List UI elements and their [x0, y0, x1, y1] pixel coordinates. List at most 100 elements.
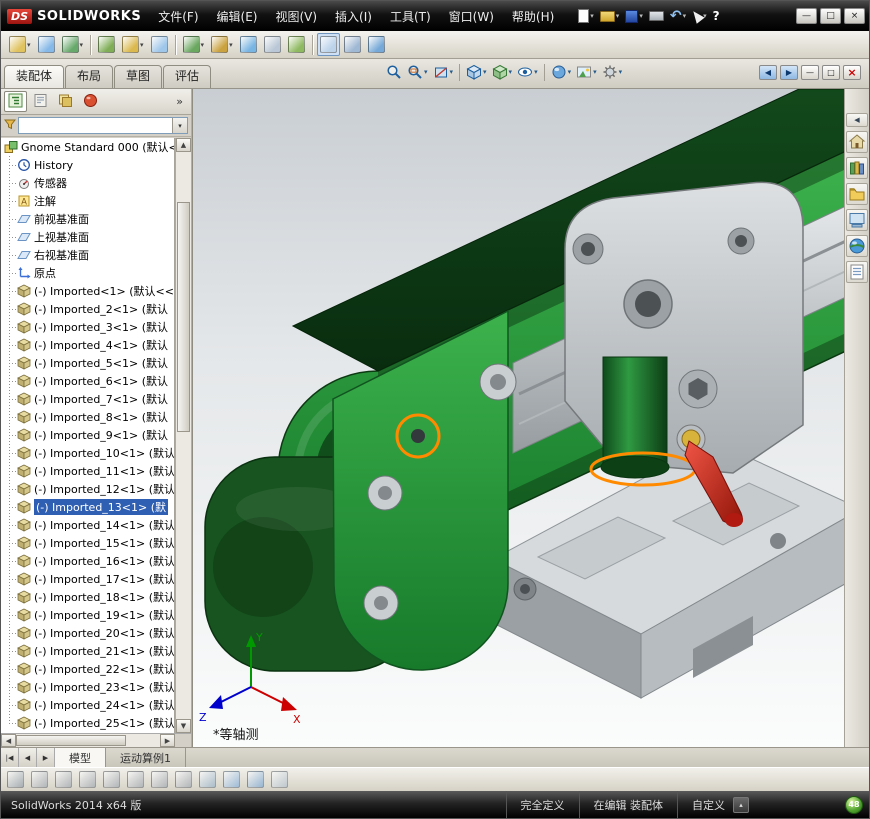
tree-item[interactable]: (-) Imported_21<1> (默认 [1, 642, 174, 660]
panel-overflow-button[interactable]: » [171, 95, 188, 108]
tree-item[interactable]: (-) Imported_22<1> (默认 [1, 660, 174, 678]
section-view-button[interactable]: ▾ [431, 63, 456, 81]
scroll-up-button[interactable]: ▲ [176, 138, 191, 152]
instant-3d-button[interactable] [316, 33, 340, 56]
assembly-features-button[interactable]: ▾ [180, 33, 208, 56]
filter-dropdown-button[interactable]: ▾ [172, 118, 187, 133]
tab-layout[interactable]: 布局 [65, 65, 114, 88]
sketch-button[interactable] [4, 768, 27, 791]
insert-components-button[interactable]: ▾ [6, 33, 34, 56]
offset-entities-button[interactable] [196, 768, 219, 791]
dropdown-arrow-icon[interactable]: ▾ [483, 68, 487, 76]
window-maximize-button[interactable]: □ [820, 8, 841, 24]
dropdown-arrow-icon[interactable]: ▾ [27, 41, 31, 49]
display-delete-relations-button[interactable] [268, 768, 291, 791]
menu-view[interactable]: 视图(V) [266, 2, 326, 31]
doc-restore-button[interactable]: □ [822, 65, 840, 80]
viewport-3d-canvas[interactable]: Y X Z *等轴测 [193, 89, 844, 747]
tree-item[interactable]: (-) Imported_15<1> (默认 [1, 534, 174, 552]
dropdown-arrow-icon[interactable]: ▾ [593, 68, 597, 76]
side-plate[interactable] [332, 309, 517, 671]
scroll-prev-button[interactable]: ◀ [19, 748, 37, 767]
dropdown-arrow-icon[interactable]: ▾ [140, 41, 144, 49]
dropdown-arrow-icon[interactable]: ▾ [683, 12, 687, 20]
dropdown-arrow-icon[interactable]: ▾ [619, 68, 623, 76]
bill-of-materials-button[interactable] [261, 33, 284, 56]
tree-item[interactable]: (-) Imported_10<1> (默认 [1, 444, 174, 462]
dropdown-arrow-icon[interactable]: ▾ [201, 41, 205, 49]
menu-window[interactable]: 窗口(W) [440, 2, 503, 31]
line-button[interactable] [52, 768, 75, 791]
tree-item[interactable]: (-) Imported_19<1> (默认 [1, 606, 174, 624]
tree-item[interactable]: (-) Imported_8<1> (默认 [1, 408, 174, 426]
menu-file[interactable]: 文件(F) [149, 2, 207, 31]
graphics-area[interactable]: Y X Z *等轴测 [193, 89, 844, 747]
scroll-first-button[interactable]: |◀ [1, 748, 19, 767]
tree-vertical-scrollbar[interactable]: ▲ ▼ [175, 138, 191, 733]
apply-scene-button[interactable]: ▾ [574, 63, 599, 81]
expand-status-button[interactable]: ▴ [733, 796, 749, 813]
tree-item[interactable]: History [1, 156, 174, 174]
file-explorer-button[interactable] [846, 183, 868, 205]
tree-item[interactable]: (-) Imported_9<1> (默认 [1, 426, 174, 444]
external-references-button[interactable] [365, 33, 388, 56]
vertical-scroll-thumb[interactable] [177, 202, 190, 432]
smart-dimension-button[interactable] [28, 768, 51, 791]
tree-item[interactable]: (-) Imported_3<1> (默认 [1, 318, 174, 336]
dropdown-arrow-icon[interactable]: ▾ [509, 68, 513, 76]
notification-badge[interactable]: 48 [845, 795, 863, 814]
tree-item[interactable]: (-) Imported_5<1> (默认 [1, 354, 174, 372]
support-cylinder[interactable] [600, 356, 670, 479]
previous-window-button[interactable]: ◀ [759, 65, 777, 80]
tree-item[interactable]: 上视基准面 [1, 228, 174, 246]
tree-item[interactable]: (-) Imported_16<1> (默认 [1, 552, 174, 570]
tab-assembly[interactable]: 装配体 [4, 65, 65, 88]
tree-horizontal-scrollbar[interactable]: ◀ ▶ [1, 733, 175, 747]
tree-item[interactable]: (-) Imported_11<1> (默认 [1, 462, 174, 480]
custom-properties-button[interactable] [846, 261, 868, 283]
tree-item[interactable]: A 注解 [1, 192, 174, 210]
configurationmanager-tab[interactable] [54, 91, 77, 112]
window-close-button[interactable]: × [844, 8, 865, 24]
horizontal-scroll-thumb[interactable] [16, 735, 126, 746]
new-motion-study-button[interactable] [237, 33, 260, 56]
quick-undo-button[interactable]: ↶ ▾ [667, 7, 689, 25]
tree-item[interactable]: Gnome Standard 000 (默认< [1, 138, 174, 156]
dropdown-arrow-icon[interactable]: ▾ [590, 12, 594, 20]
quick-save-button[interactable]: ▾ [622, 8, 646, 25]
dropdown-arrow-icon[interactable]: ▾ [616, 12, 620, 20]
tree-item[interactable]: (-) Imported_20<1> (默认 [1, 624, 174, 642]
menu-insert[interactable]: 插入(I) [326, 2, 381, 31]
menu-edit[interactable]: 编辑(E) [208, 2, 267, 31]
displaymanager-tab[interactable] [79, 91, 102, 112]
tree-filter-input[interactable]: ▾ [18, 117, 188, 134]
view-orientation-button[interactable]: ▾ [464, 63, 489, 81]
tree-item[interactable]: (-) Imported_14<1> (默认 [1, 516, 174, 534]
tab-model[interactable]: 模型 [55, 748, 106, 767]
menu-tools[interactable]: 工具(T) [381, 2, 440, 31]
mate-button[interactable] [35, 33, 58, 56]
smart-fasteners-button[interactable] [95, 33, 118, 56]
zoom-fit-button[interactable] [384, 63, 404, 81]
featuremanager-tab[interactable] [4, 91, 27, 112]
quick-open-button[interactable]: ▾ [597, 9, 623, 24]
tree-item[interactable]: 原点 [1, 264, 174, 282]
exploded-view-button[interactable] [285, 33, 308, 56]
quick-new-button[interactable]: ▾ [575, 7, 597, 25]
show-hidden-components-button[interactable] [148, 33, 171, 56]
convert-entities-button[interactable] [172, 768, 195, 791]
tree-item[interactable]: (-) Imported_6<1> (默认 [1, 372, 174, 390]
view-settings-button[interactable]: ▾ [600, 63, 625, 81]
scroll-left-button[interactable]: ◀ [1, 734, 16, 747]
custom-status-area[interactable]: 自定义 ▴ [677, 791, 763, 818]
dropdown-arrow-icon[interactable]: ▾ [424, 68, 428, 76]
trim-entities-button[interactable] [148, 768, 171, 791]
linear-sketch-pattern-button[interactable] [244, 768, 267, 791]
quick-select-button[interactable]: ▾ [689, 8, 710, 24]
view-palette-button[interactable] [846, 209, 868, 231]
mirror-entities-button[interactable] [220, 768, 243, 791]
tree-item[interactable]: 前视基准面 [1, 210, 174, 228]
move-component-button[interactable]: ▾ [119, 33, 147, 56]
tree-item[interactable]: (-) Imported_17<1> (默认 [1, 570, 174, 588]
tree-item[interactable]: (-) Imported_7<1> (默认 [1, 390, 174, 408]
